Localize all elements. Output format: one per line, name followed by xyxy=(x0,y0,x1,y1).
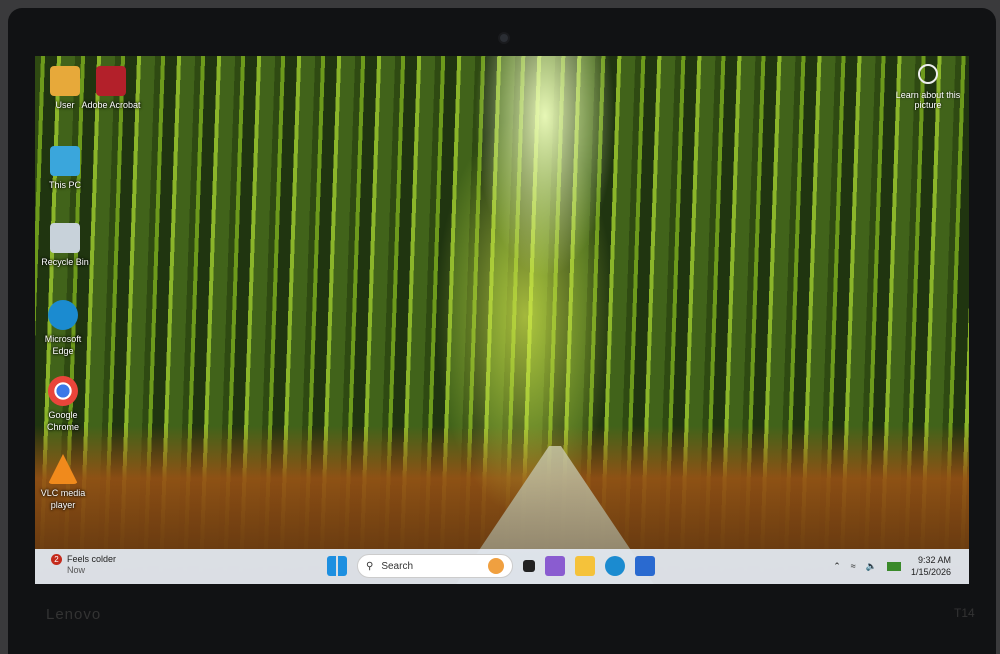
user-folder-icon xyxy=(50,66,80,96)
taskbar: 2 Feels colder Now ⚲ Search ⌃ ≈ 🔈 9:32 AM 1… xyxy=(35,549,969,584)
desktop-icon-vlc[interactable]: VLC media player xyxy=(35,454,93,511)
adobe-acrobat-icon xyxy=(96,66,126,96)
model-label: T14 xyxy=(954,606,975,620)
battery-icon[interactable] xyxy=(886,561,901,571)
clock[interactable]: 9:32 AM 1/15/2026 xyxy=(911,554,951,578)
learn-about-picture[interactable]: Learn about this picture xyxy=(893,64,963,110)
desktop-icon-chrome[interactable]: Google Chrome xyxy=(35,376,93,433)
webcam xyxy=(498,32,510,44)
recycle-bin-icon xyxy=(50,223,80,253)
brand-logo: Lenovo xyxy=(46,606,102,623)
camera-icon xyxy=(918,64,938,84)
start-button[interactable] xyxy=(327,556,347,576)
volume-icon[interactable]: 🔈 xyxy=(866,561,877,572)
desktop-icon-recycle-bin[interactable]: Recycle Bin xyxy=(35,223,99,268)
desktop-icon-acrobat[interactable]: Adobe Acrobat xyxy=(81,66,141,111)
vlc-icon xyxy=(48,454,78,484)
desktop-icon-edge[interactable]: Microsoft Edge xyxy=(35,300,93,357)
monitor-icon xyxy=(50,146,80,176)
task-view-icon[interactable] xyxy=(523,560,535,572)
file-explorer-icon[interactable] xyxy=(575,556,595,576)
notification-badge: 2 xyxy=(51,554,62,565)
desktop: Learn about this picture User Adobe Acro… xyxy=(35,56,969,584)
widgets-icon xyxy=(488,558,504,574)
microsoft-store-icon[interactable] xyxy=(635,556,655,576)
desktop-icon-this-pc[interactable]: This PC xyxy=(35,146,95,191)
edge-icon xyxy=(48,300,78,330)
wifi-icon[interactable]: ≈ xyxy=(851,561,856,571)
chevron-up-icon[interactable]: ⌃ xyxy=(833,561,841,572)
search-box[interactable]: ⚲ Search xyxy=(357,554,513,578)
microsoft-365-icon[interactable] xyxy=(545,556,565,576)
chrome-icon xyxy=(48,376,78,406)
edge-taskbar-icon[interactable] xyxy=(605,556,625,576)
weather-widget[interactable]: 2 Feels colder Now xyxy=(51,554,116,576)
search-icon: ⚲ xyxy=(366,560,374,572)
